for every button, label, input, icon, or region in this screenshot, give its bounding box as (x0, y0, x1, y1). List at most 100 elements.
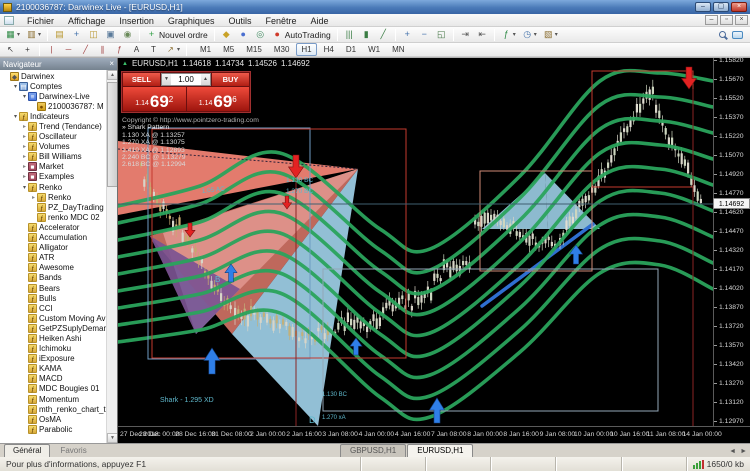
child-close-button[interactable]: × (735, 15, 748, 25)
vertical-line-icon[interactable]: | (44, 43, 59, 56)
chart-shift-icon[interactable]: ⇤ (475, 28, 490, 41)
charttab-gbpusd-h1[interactable]: GBPUSD,H1 (340, 444, 406, 457)
tree-item-2100036787-m[interactable]: ●2100036787: M (0, 101, 106, 111)
strategy-tester-icon[interactable]: ◉ (120, 28, 135, 41)
sell-button[interactable]: SELL (123, 73, 160, 86)
navigator-panel-icon[interactable]: ◫ (86, 28, 101, 41)
tree-expander-icon[interactable]: ▸ (30, 194, 37, 201)
tree-item-accelerator[interactable]: ƒAccelerator (0, 222, 106, 232)
tab-scroll-left-icon[interactable]: ◄ (729, 448, 736, 455)
line-chart-icon[interactable]: ╱ (376, 28, 391, 41)
tree-item-macd[interactable]: ƒMACD (0, 374, 106, 384)
tree-expander-icon[interactable]: ▾ (12, 113, 19, 120)
scrollbar-thumb[interactable] (107, 82, 117, 187)
tree-expander-icon[interactable]: ▾ (12, 83, 19, 90)
tree-item-bill-williams[interactable]: ▸ƒBill Williams (0, 152, 106, 162)
timeframe-button[interactable]: H1 (296, 43, 316, 56)
chevron-down-icon[interactable]: ▾ (177, 46, 180, 53)
minimize-button[interactable]: – (695, 2, 711, 12)
tree-item-trend-tendance-[interactable]: ▸ƒTrend (Tendance) (0, 121, 106, 131)
tree-item-renko[interactable]: ▾ƒRenko (0, 182, 106, 192)
tree-item-alligator[interactable]: ƒAlligator (0, 243, 106, 253)
templates-icon[interactable]: ▧▾ (541, 28, 560, 41)
tree-expander-icon[interactable]: ▾ (21, 184, 28, 191)
tree-expander-icon[interactable]: ▸ (21, 143, 28, 150)
maximize-button[interactable]: ▢ (713, 2, 729, 12)
community-icon[interactable]: ● (236, 28, 251, 41)
menu-item[interactable]: Outils (221, 16, 258, 26)
menu-item[interactable]: Affichage (61, 16, 112, 26)
timeframe-button[interactable]: D1 (341, 43, 361, 56)
timeframe-button[interactable]: MN (387, 43, 409, 56)
trendline-icon[interactable]: ╱ (78, 43, 93, 56)
text-icon[interactable]: A (129, 43, 144, 56)
tree-item-mdc-bougies-01[interactable]: ƒMDC Bougies 01 (0, 384, 106, 394)
navtab-favoris[interactable]: Favoris (51, 444, 95, 457)
tree-item-heiken-ashi[interactable]: ƒHeiken Ashi (0, 333, 106, 343)
bars-chart-icon[interactable]: ||| (342, 28, 357, 41)
data-window-icon[interactable]: + (69, 28, 84, 41)
tree-item-awesome[interactable]: ƒAwesome (0, 263, 106, 273)
auto-scroll-icon[interactable]: ⇥ (458, 28, 473, 41)
child-minimize-button[interactable]: – (705, 15, 718, 25)
tree-item-renko-mdc-02[interactable]: ƒrenko MDC 02 (0, 212, 106, 222)
buy-button[interactable]: BUY (212, 73, 249, 86)
tree-expander-icon[interactable]: ▸ (21, 173, 28, 180)
tile-windows-icon[interactable]: ◱ (434, 28, 449, 41)
tree-item-getpzsuplydeman[interactable]: ƒGetPZSuplyDeman (0, 323, 106, 333)
volume-value[interactable]: 1.00 (171, 74, 201, 85)
tree-item-atr[interactable]: ƒATR (0, 253, 106, 263)
tree-item-indicateurs[interactable]: ▾ƒIndicateurs (0, 111, 106, 121)
navtab-g-n-ral[interactable]: Général (4, 444, 50, 457)
mql5-web-icon[interactable]: ◎ (253, 28, 268, 41)
close-button[interactable]: × (731, 2, 747, 12)
tree-item-examples[interactable]: ▸■Examples (0, 172, 106, 182)
volume-decrease-icon[interactable]: ▼ (162, 74, 171, 85)
tree-item-parabolic[interactable]: ƒParabolic (0, 424, 106, 434)
tree-expander-icon[interactable]: ▾ (21, 93, 28, 100)
timeframe-button[interactable]: H4 (319, 43, 339, 56)
time-axis[interactable]: 27 Dec 201828 Dec 00:0028 Dec 16:0031 De… (118, 426, 750, 444)
charttab-eurusd-h1[interactable]: EURUSD,H1 (407, 444, 473, 457)
tree-item-renko[interactable]: ▸ƒRenko (0, 192, 106, 202)
chevron-down-icon[interactable]: ▾ (513, 31, 516, 38)
price-scale[interactable]: 1.158201.156701.155201.153701.152201.150… (713, 58, 750, 426)
tree-item-volumes[interactable]: ▸ƒVolumes (0, 142, 106, 152)
navigator-scrollbar[interactable]: ▲ ▼ (106, 70, 117, 443)
metaeditor-icon[interactable]: ◆ (219, 28, 234, 41)
menu-item[interactable]: Graphiques (161, 16, 222, 26)
timeframe-button[interactable]: M30 (269, 43, 295, 56)
tree-item-darwinex-live[interactable]: ▾≡Darwinex-Live (0, 91, 106, 101)
market-watch-icon[interactable]: ▤ (52, 28, 67, 41)
chevron-down-icon[interactable]: ▾ (38, 31, 41, 38)
tree-item-ichimoku[interactable]: ƒIchimoku (0, 344, 106, 354)
chat-icon[interactable] (732, 31, 743, 39)
tree-item-pz-daytrading[interactable]: ƒPZ_DayTrading (0, 202, 106, 212)
menu-item[interactable]: Fenêtre (258, 16, 303, 26)
volume-increase-icon[interactable]: ▲ (201, 74, 210, 85)
cursor-icon[interactable]: ↖ (3, 43, 18, 56)
chevron-down-icon[interactable]: ▾ (534, 31, 537, 38)
chart-window[interactable]: 1.05 AC1.130 BC1.270 BCBD1.130 BC1.270 x… (118, 58, 750, 444)
child-restore-button[interactable]: ▫ (720, 15, 733, 25)
chevron-down-icon[interactable]: ▾ (17, 31, 20, 38)
menu-item[interactable]: Fichier (20, 16, 61, 26)
tree-item-cci[interactable]: ƒCCI (0, 303, 106, 313)
menu-item[interactable]: Insertion (112, 16, 161, 26)
tab-scroll-right-icon[interactable]: ► (740, 448, 747, 455)
candlestick-chart-icon[interactable]: ▮ (359, 28, 374, 41)
tree-item-osma[interactable]: ƒOsMA (0, 414, 106, 424)
tree-expander-icon[interactable]: ▸ (21, 153, 28, 160)
timeframe-button[interactable]: W1 (363, 43, 385, 56)
tree-item-bands[interactable]: ƒBands (0, 273, 106, 283)
tree-item-mth-renko-chart-t[interactable]: ƒmth_renko_chart_t (0, 404, 106, 414)
zoom-out-icon[interactable]: − (417, 28, 432, 41)
tree-item-darwinex[interactable]: ◆Darwinex (0, 71, 106, 81)
zoom-in-icon[interactable]: + (400, 28, 415, 41)
terminal-panel-icon[interactable]: ▣ (103, 28, 118, 41)
buy-price[interactable]: 1.14 69 6 (187, 87, 250, 111)
chevron-down-icon[interactable]: ▾ (555, 31, 558, 38)
text-label-icon[interactable]: T (146, 43, 161, 56)
tree-item-iexposure[interactable]: ƒiExposure (0, 354, 106, 364)
menu-item[interactable]: Aide (304, 16, 336, 26)
